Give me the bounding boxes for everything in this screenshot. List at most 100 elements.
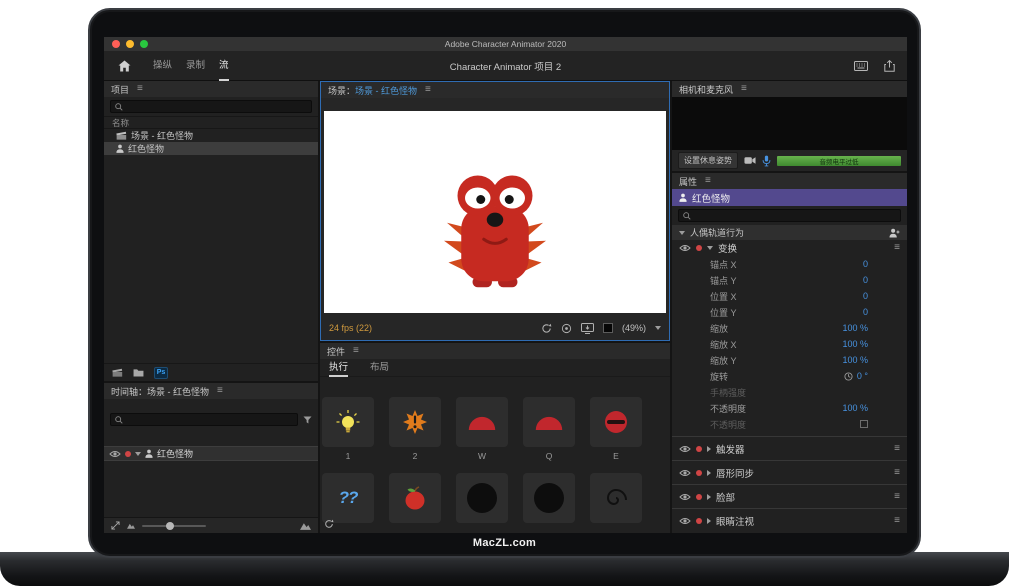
behavior-eye-icon[interactable] (679, 493, 691, 501)
track-visibility-eye-icon[interactable] (109, 450, 121, 458)
new-scene-icon[interactable] (112, 368, 123, 377)
timeline-search-box[interactable] (110, 413, 298, 426)
timeline-track-row[interactable]: 红色怪物 (104, 446, 318, 461)
snapshot-icon[interactable] (581, 323, 594, 334)
property-value[interactable]: 0 ° (857, 371, 868, 381)
property-value[interactable]: 0 (863, 275, 868, 285)
behavior-collapsed-chevron-icon[interactable] (707, 494, 711, 500)
fit-timeline-icon[interactable] (111, 521, 120, 530)
property-value[interactable]: 0 (863, 307, 868, 317)
add-behavior-icon[interactable] (889, 228, 900, 238)
project-search-input[interactable] (126, 102, 307, 112)
behavior-row-triggers[interactable]: 触发器 ≡ (672, 436, 907, 460)
behavior-arm-record-dot[interactable] (696, 518, 702, 524)
trigger-button-exclamation[interactable] (389, 397, 441, 447)
photoshop-badge[interactable]: Ps (154, 367, 168, 379)
scene-canvas[interactable] (324, 111, 666, 313)
trigger-button-spiral[interactable] (590, 473, 642, 523)
timeline-zoom-slider-thumb[interactable] (166, 522, 174, 530)
set-rest-pose-button[interactable]: 设置休息姿势 (678, 152, 738, 169)
timeline-search-input[interactable] (126, 415, 293, 425)
behavior-arm-record-dot[interactable] (696, 494, 702, 500)
panel-menu-icon[interactable]: ≡ (353, 346, 359, 356)
zoom-out-mountain-icon[interactable] (127, 522, 135, 529)
properties-search-box[interactable] (678, 209, 901, 222)
panel-menu-icon[interactable]: ≡ (425, 85, 431, 95)
behavior-collapsed-chevron-icon[interactable] (707, 446, 711, 452)
panel-menu-icon[interactable]: ≡ (217, 386, 223, 396)
home-icon[interactable] (118, 60, 131, 72)
zoom-level-label[interactable]: (49%) (622, 323, 646, 333)
property-value[interactable]: 100 % (842, 403, 868, 413)
behavior-arm-record-dot[interactable] (696, 470, 702, 476)
behavior-row-transform[interactable]: 变换 ≡ (672, 240, 907, 256)
zoom-window-button[interactable] (140, 40, 148, 48)
behavior-expand-chevron-icon[interactable] (707, 246, 713, 250)
zoom-in-mountain-icon[interactable] (300, 521, 311, 530)
property-value[interactable]: 100 % (842, 339, 868, 349)
behavior-eye-icon[interactable] (679, 244, 691, 252)
close-window-button[interactable] (112, 40, 120, 48)
trigger-button-mouth-open-2[interactable] (523, 473, 575, 523)
panel-menu-icon[interactable]: ≡ (137, 84, 143, 94)
trigger-button-mouth-dome-q[interactable] (523, 397, 575, 447)
background-color-swatch[interactable] (603, 323, 613, 333)
new-folder-icon[interactable] (133, 368, 144, 377)
behavior-arm-record-dot[interactable] (696, 245, 702, 251)
behavior-menu-icon[interactable]: ≡ (894, 243, 900, 253)
property-value[interactable]: 100 % (842, 355, 868, 365)
zoom-dropdown-chevron-icon[interactable] (655, 326, 661, 330)
filter-icon[interactable] (303, 416, 312, 424)
behavior-arm-record-dot[interactable] (696, 446, 702, 452)
behavior-eye-icon[interactable] (679, 445, 691, 453)
project-search-box[interactable] (110, 100, 312, 113)
minimize-window-button[interactable] (126, 40, 134, 48)
refresh-controls-icon[interactable] (324, 519, 334, 529)
camera-view-icon[interactable] (561, 323, 572, 334)
tab-rig[interactable]: 操纵 (153, 51, 172, 81)
behavior-row-lip-sync[interactable]: 唇形同步 ≡ (672, 460, 907, 484)
behavior-eye-icon[interactable] (679, 517, 691, 525)
track-expand-chevron-icon[interactable] (135, 452, 141, 456)
trigger-button-apple[interactable] (389, 473, 441, 523)
keyboard-shortcuts-icon[interactable] (854, 61, 868, 71)
behavior-eye-icon[interactable] (679, 469, 691, 477)
behavior-collapsed-chevron-icon[interactable] (707, 470, 711, 476)
behavior-menu-icon[interactable]: ≡ (894, 492, 900, 502)
panel-menu-icon[interactable]: ≡ (741, 84, 747, 94)
trigger-button-mouth-open[interactable] (456, 473, 508, 523)
panel-menu-icon[interactable]: ≡ (705, 176, 711, 186)
trigger-button-question-marks[interactable]: ?? (322, 473, 374, 523)
section-expand-chevron-icon[interactable] (679, 231, 685, 235)
trigger-button-lightbulb[interactable] (322, 397, 374, 447)
tab-stream[interactable]: 流 (219, 51, 229, 81)
export-share-icon[interactable] (884, 60, 895, 72)
behavior-row-eye-gaze[interactable]: 眼睛注视 ≡ (672, 508, 907, 532)
scene-title-name[interactable]: 场景 - 红色怪物 (355, 86, 417, 96)
refresh-scene-icon[interactable] (541, 323, 552, 334)
tab-record[interactable]: 录制 (186, 51, 205, 81)
property-value[interactable]: 0 (863, 291, 868, 301)
project-item-scene[interactable]: 场景 - 红色怪物 (104, 129, 318, 142)
track-arm-record-dot[interactable] (125, 451, 131, 457)
property-value[interactable]: 0 (863, 259, 868, 269)
opacity-checkbox[interactable] (860, 420, 868, 428)
microphone-icon[interactable] (762, 155, 771, 167)
selected-puppet-row[interactable]: 红色怪物 (672, 189, 907, 206)
property-value[interactable]: 100 % (842, 323, 868, 333)
trigger-button-closed-eye-e[interactable] (590, 397, 642, 447)
tab-perform[interactable]: 执行 (329, 359, 348, 377)
behavior-menu-icon[interactable]: ≡ (894, 444, 900, 454)
behavior-menu-icon[interactable]: ≡ (894, 516, 900, 526)
name-column-header[interactable]: 名称 (104, 116, 318, 129)
properties-search-input[interactable] (694, 211, 896, 221)
behaviors-section-header[interactable]: 人偶轨道行为 (672, 225, 907, 240)
timeline-zoom-slider[interactable] (142, 525, 206, 527)
behavior-collapsed-chevron-icon[interactable] (707, 518, 711, 524)
trigger-button-mouth-dome-w[interactable] (456, 397, 508, 447)
behavior-row-face[interactable]: 脸部 ≡ (672, 484, 907, 508)
tab-layout[interactable]: 布局 (370, 359, 389, 377)
project-item-puppet[interactable]: 红色怪物 (104, 142, 318, 155)
behavior-menu-icon[interactable]: ≡ (894, 468, 900, 478)
camera-toggle-icon[interactable] (744, 156, 756, 165)
